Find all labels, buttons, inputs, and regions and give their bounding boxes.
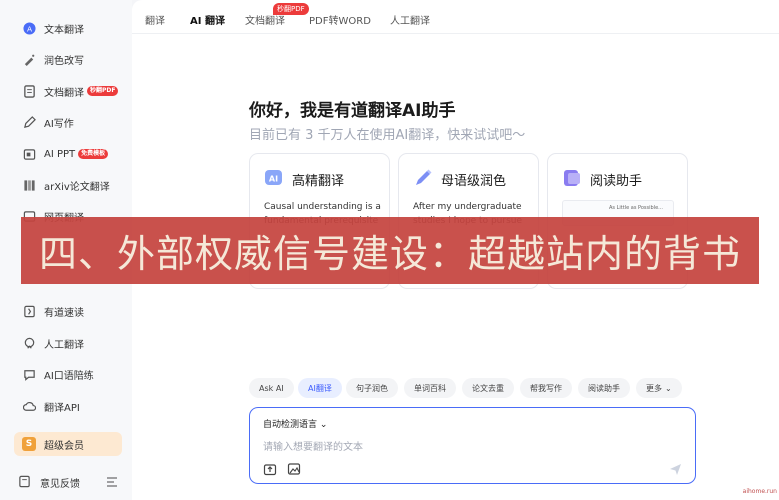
template-badge: 免费模板 [78,149,109,159]
sidebar-item-doc-translate[interactable]: 文档翻译 秒翻PDF [14,79,122,103]
feedback-item[interactable]: 意见反馈 [14,470,122,494]
book-icon [562,168,582,188]
sidebar-item-text-translate[interactable]: A 文本翻译 [14,16,122,40]
tab-bar: 翻译 AI 翻译 文档翻译 秒翻PDF PDF转WORD 人工翻译 [132,0,779,34]
pdf-badge: 秒翻PDF [87,86,119,96]
upload-file-icon[interactable] [263,461,277,476]
chip-sentence-polish[interactable]: 句子润色 [346,378,398,398]
sidebar-item-label: 润色改写 [44,55,84,67]
chevron-down-icon: ⌄ [665,383,672,393]
sidebar-item-label: AI写作 [44,118,74,130]
pen-icon [22,115,36,129]
human-icon [22,336,36,350]
card-title: 阅读助手 [590,174,643,189]
sidebar-item-speed-read[interactable]: 有道速读 [14,299,122,323]
language-select[interactable]: 自动检测语言 ⌄ [263,417,327,430]
tab-pdf-to-word[interactable]: PDF转WORD [309,12,371,27]
paper-icon [22,178,36,192]
chip-word-wiki[interactable]: 单词百科 [404,378,456,398]
tab-translate[interactable]: 翻译 [145,12,165,27]
language-select-label: 自动检测语言 [263,420,318,430]
ai-chip-icon: AI [264,168,284,188]
speaking-icon [22,367,36,381]
chip-ai-translate[interactable]: AI翻译 [298,378,342,398]
sidebar-item-ai-ppt[interactable]: AI PPT 免费模板 [14,142,122,166]
greeting-title: 你好，我是有道翻译AI助手 [249,101,456,121]
chip-more[interactable]: 更多 ⌄ [636,378,682,398]
ppt-icon [22,147,36,161]
sidebar-item-human-translate[interactable]: 人工翻译 [14,331,122,355]
chip-more-label: 更多 [646,383,662,393]
tab-human-translate[interactable]: 人工翻译 [390,12,430,27]
sidebar-item-label: AI口语陪练 [44,370,94,382]
cloud-icon [22,399,36,413]
sidebar-item-ai-write[interactable]: AI写作 [14,110,122,134]
greeting-subtitle: 目前已有 3 千万人在使用AI翻译，快来试试吧～ [249,128,526,143]
sidebar-item-label: 文档翻译 [44,87,84,99]
svg-text:AI: AI [269,175,278,184]
tab-pdf-badge: 秒翻PDF [273,3,309,15]
sidebar-item-label: 翻译API [44,402,80,414]
send-icon[interactable] [669,461,682,475]
title-banner: 四、外部权威信号建设：超越站内的背书 [21,217,759,284]
feedback-label: 意见反馈 [40,478,80,490]
banner-text: 四、外部权威信号建设：超越站内的背书 [38,232,741,276]
sidebar-item-label: AI PPT [44,148,76,160]
speed-read-icon [22,304,36,318]
card-title: 母语级润色 [441,174,507,189]
vip-icon: S [22,437,36,451]
svg-text:A: A [26,24,31,33]
sidebar-item-vip[interactable]: S 超级会员 [14,432,122,456]
chip-ask-ai[interactable]: Ask AI [249,378,294,398]
polish-icon [22,52,36,66]
sidebar-item-label: 人工翻译 [44,339,84,351]
sidebar-item-ai-speaking[interactable]: AI口语陪练 [14,362,122,386]
chip-read-assist[interactable]: 阅读助手 [578,378,630,398]
translate-icon: A [22,21,36,35]
tab-ai-translate[interactable]: AI 翻译 [190,12,225,27]
image-icon[interactable] [287,461,301,475]
sidebar-item-api[interactable]: 翻译API [14,394,122,418]
chip-paper-dedupe[interactable]: 论文去重 [462,378,514,398]
sidebar-item-label: 超级会员 [44,440,84,452]
pen-polish-icon [413,168,433,188]
watermark: aihome.run [742,488,777,495]
sidebar-item-arxiv[interactable]: arXiv论文翻译 [14,173,122,197]
doc-preview-text: As Little as Possible... [609,205,663,211]
input-placeholder[interactable]: 请输入想要翻译的文本 [263,438,363,453]
document-icon [22,84,36,98]
chevron-down-icon: ⌄ [319,420,328,430]
sidebar-item-label: 有道速读 [44,307,84,319]
sidebar-item-polish[interactable]: 润色改写 [14,47,122,71]
chip-help-write[interactable]: 帮我写作 [520,378,572,398]
sidebar-item-label: 文本翻译 [44,24,84,36]
sidebar-item-label: arXiv论文翻译 [44,181,110,193]
menu-collapse-icon[interactable] [106,476,118,488]
card-title: 高精翻译 [292,174,345,189]
translate-input-box[interactable]: 自动检测语言 ⌄ 请输入想要翻译的文本 [249,407,696,484]
feedback-icon [18,475,32,489]
